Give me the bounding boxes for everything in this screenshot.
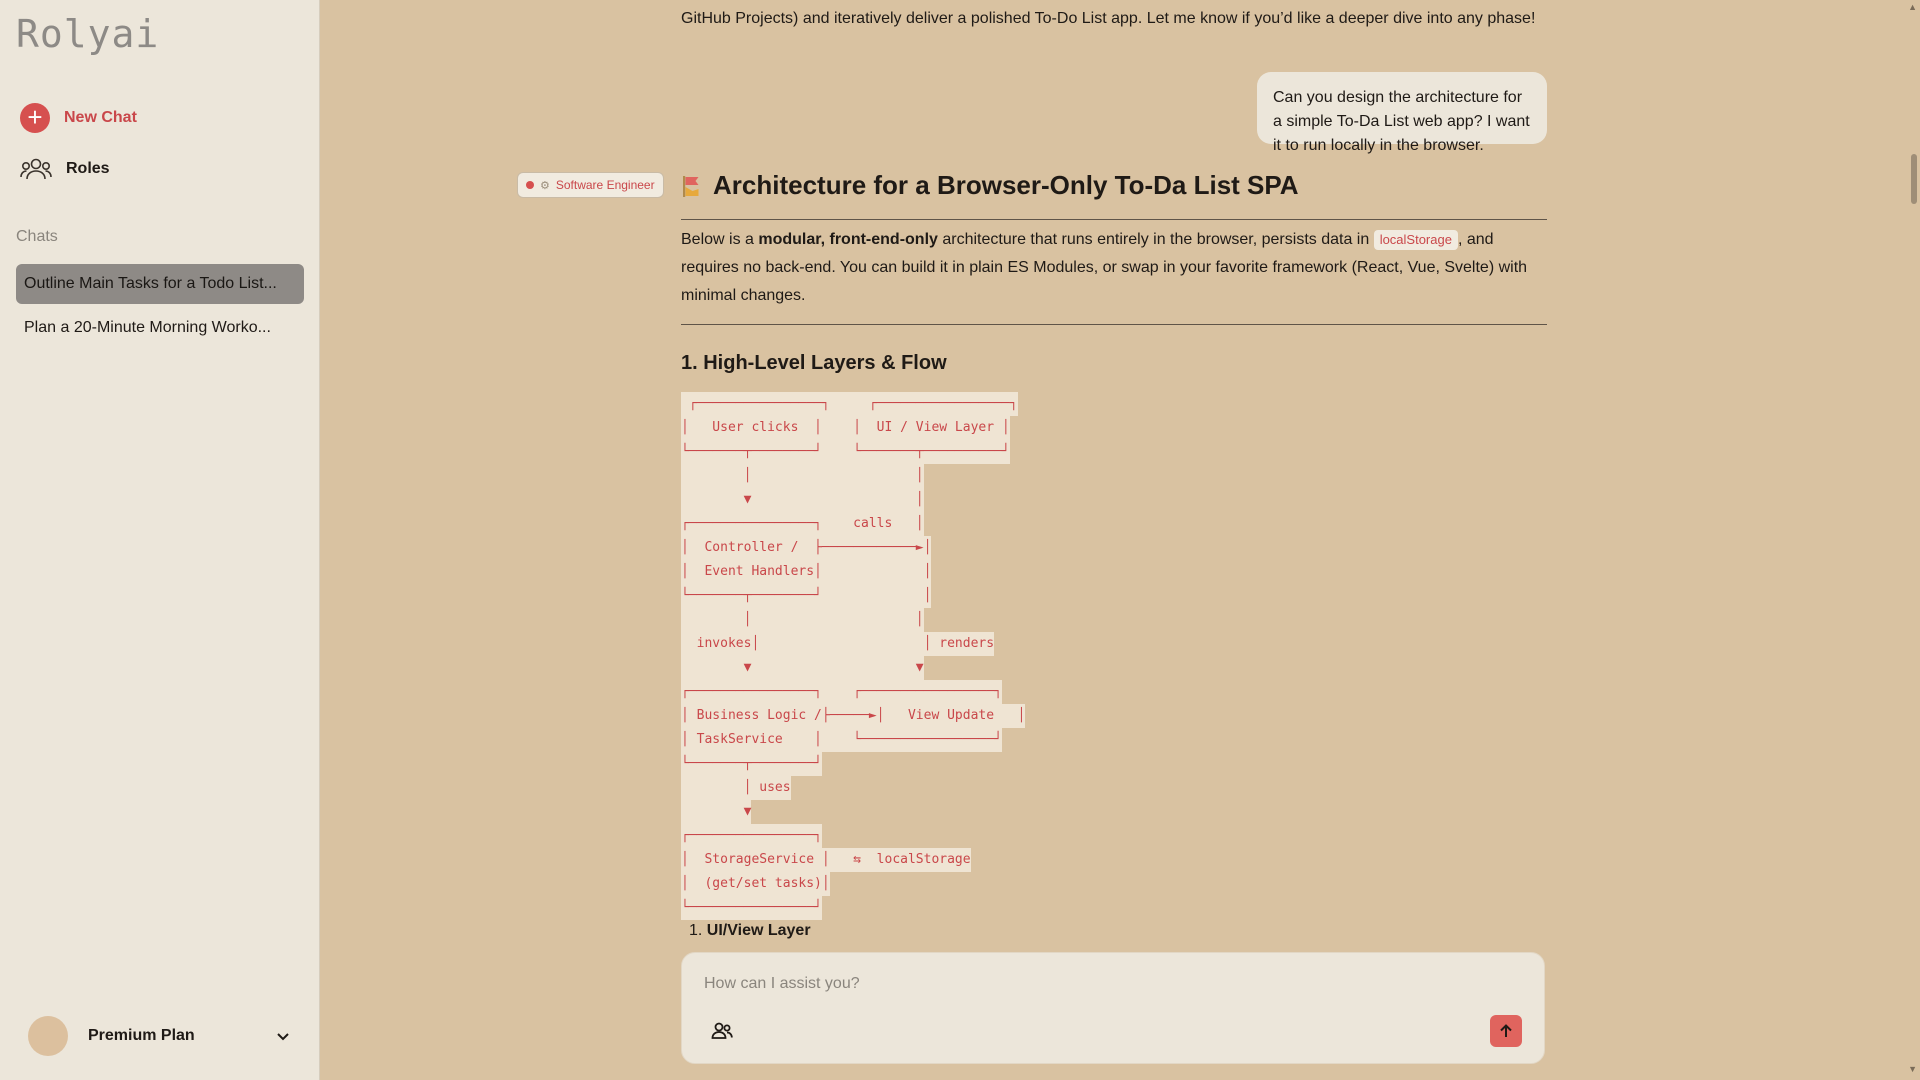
diagram-line: │ (get/set tasks)│ — [681, 872, 1025, 896]
diagram-line: │ Business Logic /├─────►│ View Update │ — [681, 704, 1026, 728]
chevron-down-icon — [277, 1033, 289, 1041]
diagram-line-text: │ StorageService │ ⇆ localStorage — [681, 848, 971, 872]
diagram-line-text: └───────┬────────┘ └───────┬──────────┘ — [681, 440, 1010, 464]
role-badge-label: Software Engineer — [555, 178, 655, 192]
diagram-line-text: │ uses — [681, 776, 791, 800]
diagram-line: └───────┬────────┘ └───────┬──────────┘ — [681, 440, 1025, 464]
diagram-line: ▼ ▼ — [681, 656, 1025, 680]
diagram-line: ┌────────────────┐ ┌─────────────────┐ — [681, 392, 1025, 416]
diagram-line-text: invokes│ │ renders — [681, 632, 995, 656]
diagram-line-text: ┌────────────────┐ ┌─────────────────┐ — [681, 680, 1002, 704]
send-button[interactable] — [1490, 1015, 1522, 1047]
message-input[interactable] — [704, 975, 1504, 993]
sidebar: Rolyai + New Chat Roles Chats Outline Ma… — [0, 0, 320, 1080]
plan-label: Premium Plan — [88, 1027, 195, 1044]
diagram-line: │ User clicks │ │ UI / View Layer │ — [681, 416, 1025, 440]
diagram-line: ▼ │ — [681, 488, 1025, 512]
diagram-line-text: │ User clicks │ │ UI / View Layer │ — [681, 416, 1010, 440]
diagram-line: ┌────────────────┐ — [681, 824, 1025, 848]
avatar — [28, 1016, 68, 1056]
new-chat-button[interactable]: + New Chat — [20, 103, 137, 133]
diagram-line-text: │ Controller / ├────────────►│ — [681, 536, 932, 560]
diagram-line-text: ┌────────────────┐ ┌─────────────────┐ — [681, 392, 1018, 416]
diagram-line-text: └───────┬────────┘ — [681, 752, 822, 776]
role-select-icon[interactable] — [710, 1019, 734, 1043]
diagram-line-text: │ │ — [681, 464, 924, 488]
diagram-line-text: ┌────────────────┐ calls │ — [681, 512, 924, 536]
scrollbar[interactable]: ▲ ▼ — [1906, 0, 1920, 1080]
diagram-line: └────────────────┘ — [681, 896, 1025, 920]
diagram-line-text: ┌────────────────┐ — [681, 824, 822, 848]
arrow-up-icon — [1500, 1024, 1512, 1037]
diagram-line: └───────┬────────┘ — [681, 752, 1025, 776]
diagram-line: │ TaskService │ └─────────────────┘ — [681, 728, 1025, 752]
composer — [681, 952, 1545, 1064]
inline-code: localStorage — [1373, 230, 1458, 250]
list-item: 1. UI/View Layer — [689, 922, 811, 940]
intro-paragraph: Below is a modular, front-end-only archi… — [681, 226, 1547, 310]
diagram-line: │ uses — [681, 776, 1025, 800]
construction-flag-icon — [683, 175, 699, 197]
divider — [681, 324, 1547, 325]
response-title-text: Architecture for a Browser-Only To-Da Li… — [713, 170, 1299, 200]
section-title: 1. High-Level Layers & Flow — [681, 352, 947, 374]
diagram-line-text: │ │ — [681, 608, 924, 632]
user-message: Can you design the architecture for a si… — [1257, 72, 1547, 154]
new-chat-label: New Chat — [64, 109, 137, 126]
chats-heading: Chats — [16, 228, 58, 245]
users-icon — [20, 158, 52, 180]
scroll-thumb[interactable] — [1911, 154, 1917, 204]
diagram-line-text: │ TaskService │ └─────────────────┘ — [681, 728, 1002, 752]
diagram-line: │ Controller / ├────────────►│ — [681, 536, 1025, 560]
chat-item-morning-workout[interactable]: Plan a 20-Minute Morning Worko... — [16, 308, 304, 348]
role-badge[interactable]: ⚙ Software Engineer — [517, 172, 664, 198]
diagram-line-text: │ Event Handlers│ │ — [681, 560, 932, 584]
previous-assistant-text: GitHub Projects) and iteratively deliver… — [681, 10, 1536, 27]
chat-main: GitHub Projects) and iteratively deliver… — [321, 0, 1920, 1080]
intro-text-1: Below is a — [681, 231, 759, 248]
diagram-line: invokes│ │ renders — [681, 632, 1025, 656]
scroll-down-icon[interactable]: ▼ — [1908, 1064, 1917, 1074]
diagram-line-text: ▼ │ — [681, 488, 924, 512]
list-number: 1. — [689, 922, 703, 939]
diagram-line-text: ▼ ▼ — [681, 656, 924, 680]
diagram-line-text: │ Business Logic /├─────►│ View Update │ — [681, 704, 1026, 728]
gear-icon: ⚙ — [540, 179, 550, 192]
status-dot-icon — [526, 181, 534, 189]
roles-button[interactable]: Roles — [20, 156, 110, 182]
architecture-diagram: ┌────────────────┐ ┌─────────────────┐ │ … — [681, 392, 1026, 920]
account-menu[interactable]: Premium Plan — [28, 1016, 292, 1056]
diagram-line-text: │ (get/set tasks)│ — [681, 872, 830, 896]
diagram-line: │ Event Handlers│ │ — [681, 560, 1025, 584]
list-label: UI/View Layer — [706, 922, 811, 939]
diagram-line: │ │ — [681, 464, 1025, 488]
diagram-line: └───────┬────────┘ │ — [681, 584, 1025, 608]
response-title: Architecture for a Browser-Only To-Da Li… — [681, 170, 1547, 220]
diagram-line-text: └───────┬────────┘ │ — [681, 584, 932, 608]
diagram-line: │ StorageService │ ⇆ localStorage — [681, 848, 1025, 872]
intro-text-2: architecture that runs entirely in the b… — [937, 231, 1374, 248]
diagram-line: │ │ — [681, 608, 1025, 632]
intro-bold: modular, front-end-only — [758, 231, 938, 248]
plus-icon: + — [20, 103, 50, 133]
roles-label: Roles — [66, 160, 110, 177]
diagram-line: ▼ — [681, 800, 1025, 824]
diagram-line-text: └────────────────┘ — [681, 896, 822, 920]
scroll-up-icon[interactable]: ▲ — [1908, 2, 1917, 12]
chat-item-todo-tasks[interactable]: Outline Main Tasks for a Todo List... — [16, 264, 304, 304]
app-logo: Rolyai — [16, 12, 160, 56]
diagram-line-text: ▼ — [681, 800, 752, 824]
diagram-line: ┌────────────────┐ calls │ — [681, 512, 1025, 536]
diagram-line: ┌────────────────┐ ┌─────────────────┐ — [681, 680, 1025, 704]
